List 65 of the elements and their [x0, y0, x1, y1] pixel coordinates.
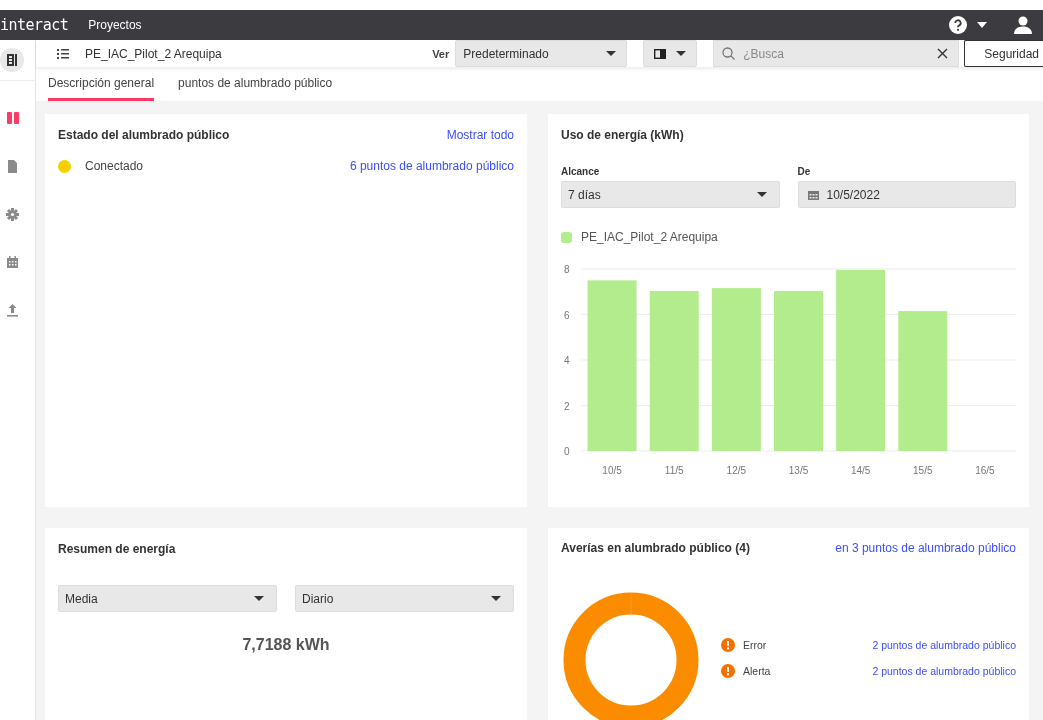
energy-total: 7,7188 kWh	[241, 636, 331, 654]
caret-icon	[756, 192, 767, 197]
legend-label: Alerta	[743, 665, 771, 677]
tab[interactable]: puntos de alumbrado público	[178, 67, 333, 101]
calendar-icon[interactable]	[5, 255, 20, 270]
legend-label: PE_IAC_Pilot_2 Arequipa	[581, 230, 718, 244]
layout-select[interactable]	[643, 40, 698, 67]
range-label: Alcance	[561, 166, 601, 177]
status-label: Conectado	[85, 159, 144, 173]
user-icon[interactable]	[1014, 16, 1032, 34]
search-bar[interactable]: ¿Busca	[713, 40, 960, 67]
project-title: PE_IAC_Pilot_2 Arequipa	[85, 46, 222, 61]
axis-tick-label: 2	[564, 400, 570, 412]
axis-tick-label: 13/5	[788, 465, 809, 476]
nav-link[interactable]: Proyectos	[88, 18, 142, 32]
list-icon[interactable]	[57, 48, 69, 59]
axis-tick-label: 16/5	[975, 465, 995, 476]
date-label: De	[797, 166, 812, 177]
light-points-link[interactable]: 6 puntos de alumbrado público	[349, 159, 514, 173]
search-field[interactable]: ¿Busca	[741, 45, 938, 62]
dashboard-icon[interactable]	[5, 111, 20, 126]
caret-icon[interactable]	[977, 22, 987, 28]
legend-swatch	[561, 231, 572, 243]
security-button[interactable]: Seguridad	[964, 40, 1043, 67]
card-title: Averías en alumbrado público (4)	[561, 541, 750, 555]
caret-icon	[491, 596, 501, 601]
card-title: Resumen de energía	[58, 542, 176, 556]
legend-label: Error	[743, 639, 767, 651]
light-points-link[interactable]: 2 puntos de alumbrado público	[872, 665, 1016, 677]
document-icon[interactable]	[5, 159, 20, 174]
axis-tick-label: 14/5	[850, 465, 871, 476]
caret-icon	[606, 51, 617, 56]
light-points-link[interactable]: 2 puntos de alumbrado público	[872, 639, 1016, 651]
warning-icon	[721, 638, 735, 652]
dropdown[interactable]: Media	[58, 585, 277, 612]
caret-icon	[676, 51, 687, 56]
help-icon[interactable]	[949, 16, 967, 34]
upload-icon[interactable]	[5, 303, 20, 318]
axis-tick-label: 4	[564, 355, 570, 366]
tab[interactable]: Descripción general	[48, 67, 155, 101]
close-icon[interactable]	[937, 48, 949, 59]
warning-icon	[721, 664, 735, 678]
dropdown[interactable]: Diario	[295, 585, 514, 612]
card-title: Uso de energía (kWh)	[561, 128, 684, 142]
calendar-icon	[807, 189, 819, 200]
fault-points-link[interactable]: en 3 puntos de alumbrado público	[835, 541, 1016, 555]
caret-icon	[254, 596, 264, 601]
axis-tick-label: 12/5	[726, 465, 747, 476]
view-label: Ver	[432, 47, 450, 60]
panel-toggle-icon[interactable]	[0, 48, 24, 72]
axis-tick-label: 10/5	[602, 465, 622, 476]
show-all-link[interactable]: Mostrar todo	[446, 128, 514, 142]
axis-tick-label: 11/5	[664, 465, 684, 476]
view-select[interactable]: Predeterminado	[455, 40, 628, 67]
axis-tick-label: 6	[564, 309, 570, 321]
panel-icon	[654, 48, 667, 59]
logo[interactable]: interact	[0, 16, 69, 34]
range-select[interactable]: 7 días	[561, 181, 780, 208]
date-field[interactable]: 10/5/2022	[797, 181, 1016, 208]
gear-icon[interactable]	[5, 207, 20, 222]
axis-tick-label: 8	[564, 264, 570, 275]
card-title: Estado del alumbrado público	[58, 128, 230, 142]
axis-tick-label: 0	[564, 446, 570, 457]
search-icon	[722, 47, 736, 60]
axis-tick-label: 15/5	[913, 465, 933, 476]
